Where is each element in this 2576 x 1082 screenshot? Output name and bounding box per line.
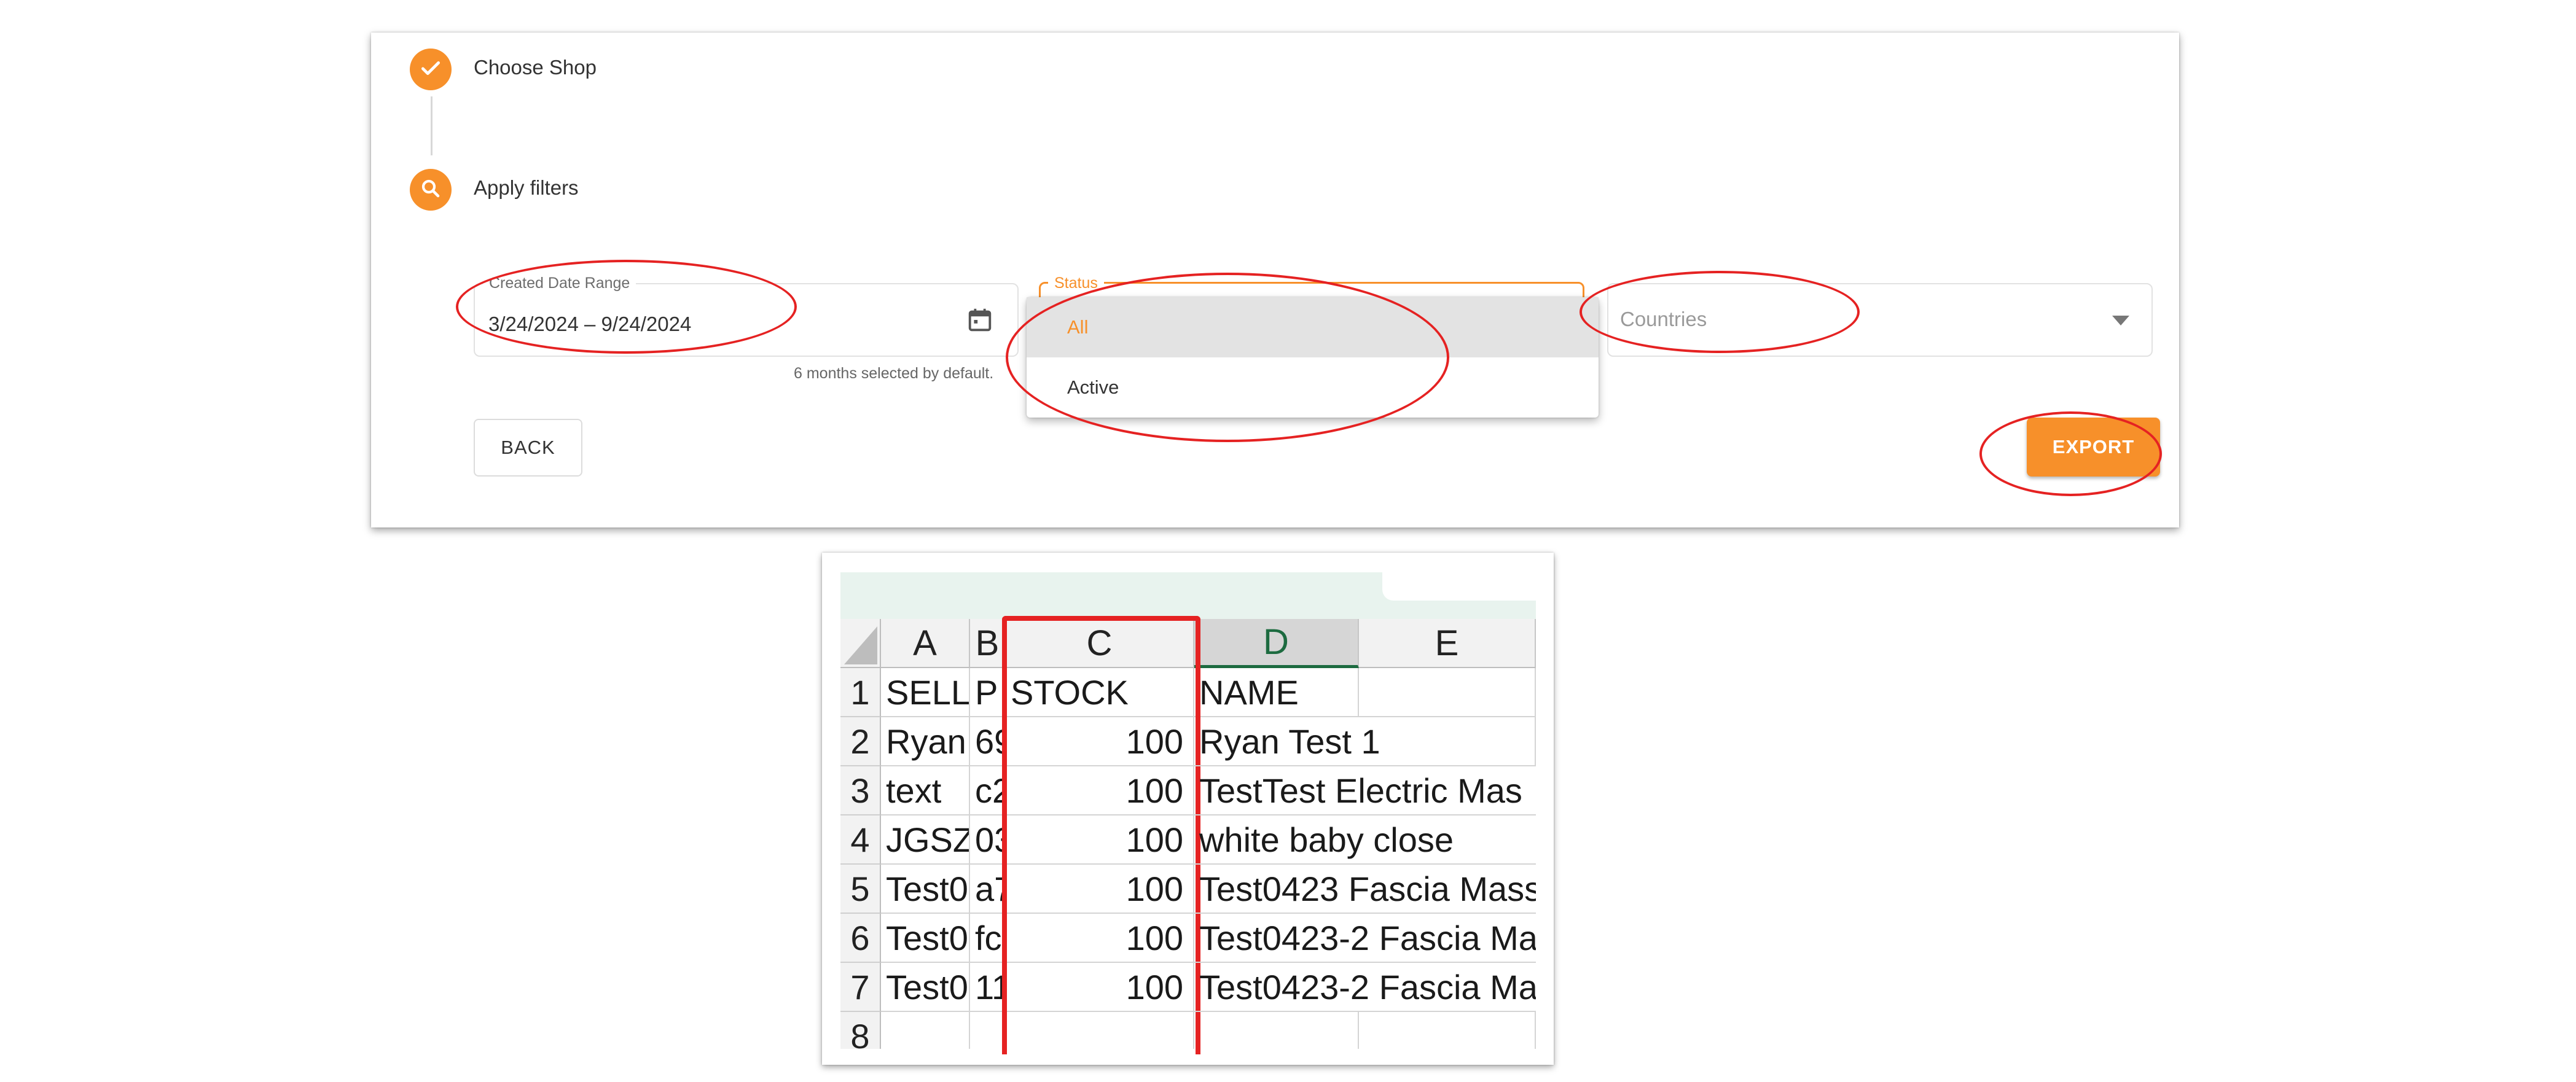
step-connector bbox=[431, 96, 433, 155]
date-range-value[interactable]: 3/24/2024 – 9/24/2024 bbox=[488, 313, 691, 336]
date-range-label: Created Date Range bbox=[483, 274, 636, 292]
table-cell[interactable]: text bbox=[881, 766, 970, 815]
caret-down-icon[interactable] bbox=[2111, 314, 2131, 330]
table-cell[interactable]: Test0 bbox=[881, 865, 970, 914]
row-header[interactable]: 3 bbox=[840, 766, 881, 815]
table-cell[interactable] bbox=[1359, 717, 1536, 766]
table-cell[interactable]: 11 bbox=[970, 963, 1006, 1012]
table-cell[interactable]: Ryan bbox=[881, 717, 970, 766]
status-option-all[interactable]: All bbox=[1027, 297, 1599, 357]
table-cell[interactable]: c2 bbox=[970, 766, 1006, 815]
table-cell[interactable]: NAME bbox=[1194, 668, 1359, 717]
ribbon-tab bbox=[1382, 572, 1537, 601]
table-cell[interactable]: a7 bbox=[970, 865, 1006, 914]
table-cell[interactable]: Ryan Test 1 bbox=[1194, 717, 1380, 766]
table-cell[interactable]: 100 bbox=[1006, 865, 1194, 914]
table-cell[interactable]: TestTest Electric Mas bbox=[1194, 766, 1536, 815]
countries-placeholder: Countries bbox=[1620, 308, 1707, 330]
status-label: Status bbox=[1048, 274, 1104, 292]
table-cell[interactable] bbox=[1194, 1012, 1359, 1049]
column-header-d[interactable]: D bbox=[1194, 619, 1359, 668]
calendar-icon[interactable] bbox=[966, 306, 994, 337]
table-cell[interactable]: Test0423-2 Fascia Ma bbox=[1194, 914, 1536, 963]
table-cell[interactable]: fc bbox=[970, 914, 1006, 963]
table-cell[interactable] bbox=[1359, 1012, 1536, 1049]
step-complete-indicator bbox=[410, 49, 452, 90]
table-cell[interactable]: STOCK bbox=[1006, 668, 1194, 717]
table-cell[interactable]: 100 bbox=[1006, 914, 1194, 963]
status-option-active[interactable]: Active bbox=[1027, 357, 1599, 418]
row-header[interactable]: 6 bbox=[840, 914, 881, 963]
step-label-choose-shop[interactable]: Choose Shop bbox=[474, 56, 597, 79]
table-cell[interactable]: Test0423 Fascia Mass bbox=[1194, 865, 1536, 914]
column-header-b[interactable]: B bbox=[970, 619, 1006, 668]
row-header[interactable]: 1 bbox=[840, 668, 881, 717]
step-label-apply-filters: Apply filters bbox=[474, 176, 579, 199]
table-cell[interactable]: P bbox=[970, 668, 1006, 717]
row-header[interactable]: 8 bbox=[840, 1012, 881, 1049]
table-cell[interactable]: 100 bbox=[1006, 963, 1194, 1012]
table-cell[interactable]: Test0 bbox=[881, 963, 970, 1012]
column-header-e[interactable]: E bbox=[1359, 619, 1536, 668]
table-cell[interactable]: Test0 bbox=[881, 914, 970, 963]
row-header[interactable]: 4 bbox=[840, 815, 881, 865]
table-cell[interactable] bbox=[881, 1012, 970, 1049]
table-cell[interactable]: JGSZ bbox=[881, 815, 970, 865]
export-button[interactable]: EXPORT bbox=[2027, 418, 2160, 477]
date-range-hint: 6 months selected by default. bbox=[794, 365, 994, 382]
back-button[interactable]: BACK bbox=[474, 419, 582, 477]
table-cell[interactable]: 69 bbox=[970, 717, 1006, 766]
select-all-corner[interactable] bbox=[840, 619, 881, 668]
column-header-a[interactable]: A bbox=[881, 619, 970, 668]
table-cell[interactable] bbox=[1359, 668, 1536, 717]
table-cell[interactable]: SELLE bbox=[881, 668, 970, 717]
table-cell[interactable]: 100 bbox=[1006, 766, 1194, 815]
export-wizard-panel bbox=[371, 33, 2179, 527]
row-header[interactable]: 7 bbox=[840, 963, 881, 1012]
row-header[interactable]: 2 bbox=[840, 717, 881, 766]
column-header-c[interactable]: C bbox=[1006, 619, 1194, 668]
status-dropdown-menu: All Active bbox=[1027, 297, 1599, 418]
table-cell[interactable]: Test0423-2 Fascia Ma bbox=[1194, 963, 1536, 1012]
check-icon bbox=[419, 56, 442, 83]
row-header[interactable]: 5 bbox=[840, 865, 881, 914]
table-cell[interactable] bbox=[970, 1012, 1006, 1049]
table-cell[interactable]: 100 bbox=[1006, 815, 1194, 865]
table-cell[interactable]: 100 bbox=[1006, 717, 1194, 766]
table-cell[interactable]: white baby close bbox=[1194, 815, 1536, 865]
step-active-indicator bbox=[410, 169, 452, 211]
table-cell[interactable]: 03 bbox=[970, 815, 1006, 865]
spreadsheet-grid: A B C D E 1 SELLE P STOCK NAME 2 Ryan 69… bbox=[840, 619, 1536, 1049]
table-cell[interactable] bbox=[1006, 1012, 1194, 1049]
search-icon bbox=[420, 177, 442, 203]
